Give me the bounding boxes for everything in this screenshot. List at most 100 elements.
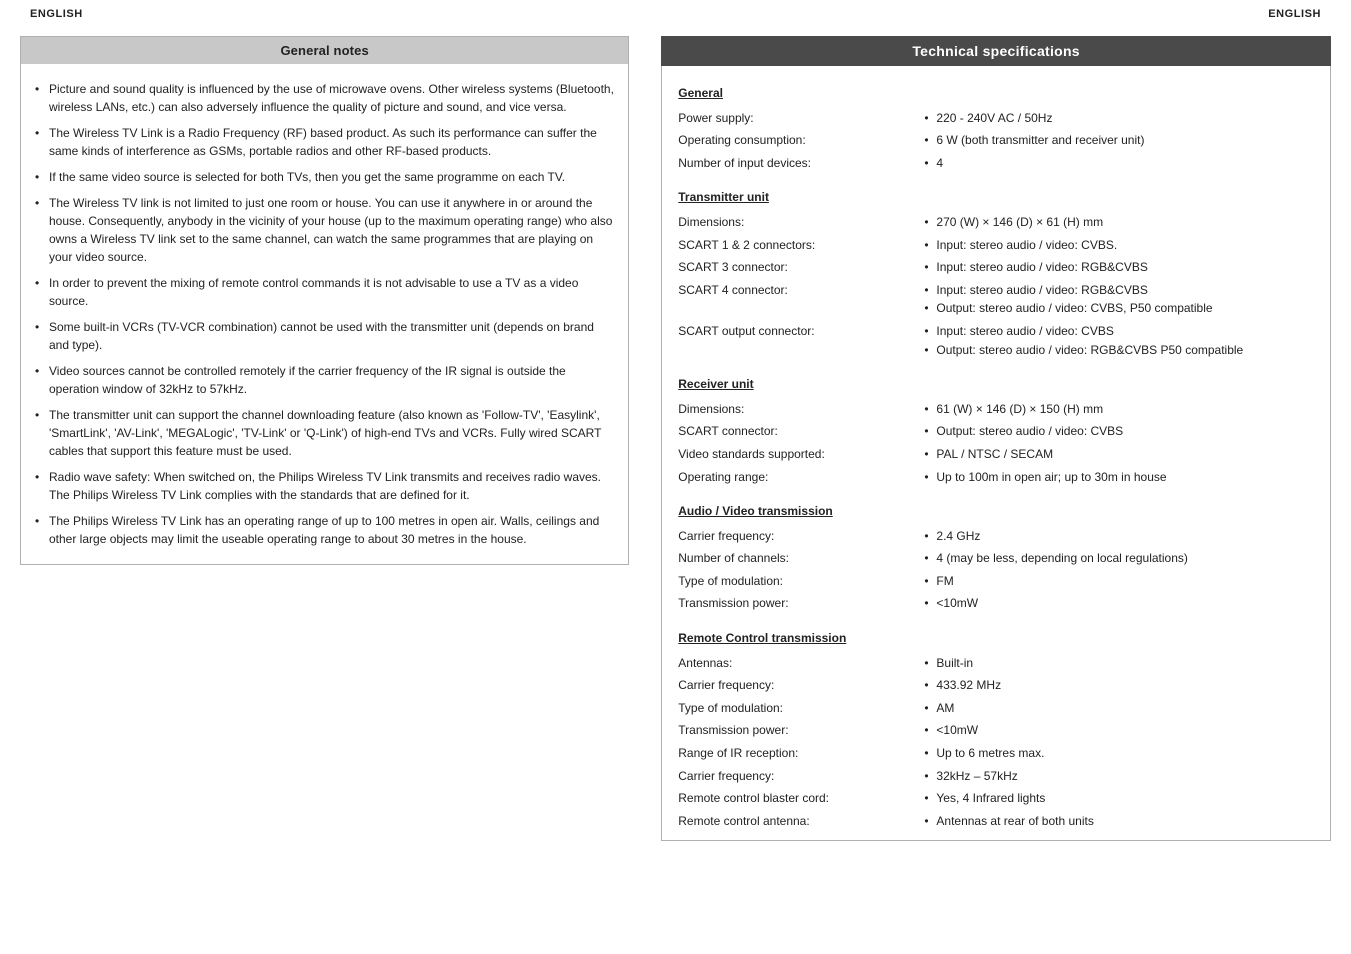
list-item: 32kHz – 57kHz xyxy=(924,767,1314,786)
list-item: 2.4 GHz xyxy=(924,527,1314,546)
row-key: Type of modulation: xyxy=(672,570,918,593)
row-value: 270 (W) × 146 (D) × 61 (H) mm xyxy=(918,211,1320,234)
row-key: SCART 4 connector: xyxy=(672,279,918,320)
table-row: SCART 3 connector:Input: stereo audio / … xyxy=(672,256,1320,279)
table-row: Type of modulation: FM xyxy=(672,570,1320,593)
table-row: Power supply: 220 - 240V AC / 50Hz xyxy=(672,107,1320,130)
list-item: Output: stereo audio / video: RGB&CVBS P… xyxy=(924,341,1314,360)
list-item: FM xyxy=(924,572,1314,591)
list-item: The transmitter unit can support the cha… xyxy=(35,402,614,464)
right-column: Technical specifications GeneralPower su… xyxy=(649,36,1331,841)
table-row: SCART 1 & 2 connectors:Input: stereo aud… xyxy=(672,234,1320,257)
row-key: Dimensions: xyxy=(672,398,918,421)
table-row: Carrier frequency:32kHz – 57kHz xyxy=(672,765,1320,788)
row-key: Type of modulation: xyxy=(672,697,918,720)
row-key: Antennas: xyxy=(672,652,918,675)
list-item: The Philips Wireless TV Link has an oper… xyxy=(35,508,614,552)
row-value: 6 W (both transmitter and receiver unit) xyxy=(918,129,1320,152)
subsection-label: General xyxy=(678,76,1314,105)
list-item: <10mW xyxy=(924,721,1314,740)
row-value: AM xyxy=(918,697,1320,720)
table-row: Remote control antenna: Antennas at rear … xyxy=(672,810,1320,833)
table-row: Dimensions:270 (W) × 146 (D) × 61 (H) mm xyxy=(672,211,1320,234)
list-item: Antennas at rear of both units xyxy=(924,812,1314,831)
row-value: FM xyxy=(918,570,1320,593)
row-value: Up to 6 metres max. xyxy=(918,742,1320,765)
row-key: Number of channels: xyxy=(672,547,918,570)
row-value: PAL / NTSC / SECAM xyxy=(918,443,1320,466)
row-key: SCART connector: xyxy=(672,420,918,443)
row-key: Remote control antenna: xyxy=(672,810,918,833)
list-item: 6 W (both transmitter and receiver unit) xyxy=(924,131,1314,150)
list-item: 220 - 240V AC / 50Hz xyxy=(924,109,1314,128)
row-value: Input: stereo audio / video: CVBS. xyxy=(918,234,1320,257)
table-row: Operating consumption: 6 W (both transmit… xyxy=(672,129,1320,152)
tech-spec-body: GeneralPower supply: 220 - 240V AC / 50Hz… xyxy=(661,66,1331,841)
row-key: Number of input devices: xyxy=(672,152,918,175)
list-item: 4 xyxy=(924,154,1314,173)
list-item: Picture and sound quality is influenced … xyxy=(35,76,614,120)
row-value: <10mW xyxy=(918,719,1320,742)
list-item: Yes, 4 Infrared lights xyxy=(924,789,1314,808)
table-row: SCART connector: Output: stereo audio / v… xyxy=(672,420,1320,443)
row-value: Built-in xyxy=(918,652,1320,675)
list-item: Built-in xyxy=(924,654,1314,673)
tech-table: GeneralPower supply: 220 - 240V AC / 50Hz… xyxy=(672,74,1320,832)
row-key: Range of IR reception: xyxy=(672,742,918,765)
row-value: Antennas at rear of both units xyxy=(918,810,1320,833)
table-row: SCART output connector: Input: stereo aud… xyxy=(672,320,1320,361)
list-item: <10mW xyxy=(924,594,1314,613)
tech-spec-content: GeneralPower supply: 220 - 240V AC / 50Hz… xyxy=(662,66,1330,840)
row-value: 4 xyxy=(918,152,1320,175)
table-row: Transmission power: <10mW xyxy=(672,719,1320,742)
subsection-label: Remote Control transmission xyxy=(678,621,1314,650)
table-row: Video standards supported:PAL / NTSC / S… xyxy=(672,443,1320,466)
list-item: Up to 6 metres max. xyxy=(924,744,1314,763)
table-row: Number of channels:4 (may be less, depen… xyxy=(672,547,1320,570)
tech-spec-title: Technical specifications xyxy=(661,36,1331,66)
list-item: Input: stereo audio / video: RGB&CVBS xyxy=(924,258,1314,277)
subsection-label: Audio / Video transmission xyxy=(678,494,1314,523)
subsection-label: Receiver unit xyxy=(678,367,1314,396)
row-value: 4 (may be less, depending on local regul… xyxy=(918,547,1320,570)
row-key: SCART output connector: xyxy=(672,320,918,361)
table-row: Transmission power:<10mW xyxy=(672,592,1320,615)
table-row: Operating range:Up to 100m in open air; … xyxy=(672,466,1320,489)
header-left-label: ENGLISH xyxy=(30,8,83,20)
subsection-label: Transmitter unit xyxy=(678,180,1314,209)
list-item: 433.92 MHz xyxy=(924,676,1314,695)
row-key: SCART 1 & 2 connectors: xyxy=(672,234,918,257)
list-item: Radio wave safety: When switched on, the… xyxy=(35,464,614,508)
list-item: AM xyxy=(924,699,1314,718)
list-item: If the same video source is selected for… xyxy=(35,164,614,190)
row-key: Operating consumption: xyxy=(672,129,918,152)
list-item: 270 (W) × 146 (D) × 61 (H) mm xyxy=(924,213,1314,232)
list-item: Input: stereo audio / video: CVBS xyxy=(924,322,1314,341)
row-value: Up to 100m in open air; up to 30m in hou… xyxy=(918,466,1320,489)
table-row: Antennas: Built-in xyxy=(672,652,1320,675)
row-key: Video standards supported: xyxy=(672,443,918,466)
general-notes-title: General notes xyxy=(21,37,628,64)
row-key: Operating range: xyxy=(672,466,918,489)
row-value: 220 - 240V AC / 50Hz xyxy=(918,107,1320,130)
table-row: Remote control blaster cord: Yes, 4 Infra… xyxy=(672,787,1320,810)
general-notes-box: General notes Picture and sound quality … xyxy=(20,36,629,565)
row-value: Input: stereo audio / video: RGB&CVBSOut… xyxy=(918,279,1320,320)
list-item: Output: stereo audio / video: CVBS xyxy=(924,422,1314,441)
table-row: Range of IR reception: Up to 6 metres max… xyxy=(672,742,1320,765)
row-key: Carrier frequency: xyxy=(672,674,918,697)
list-item: 61 (W) × 146 (D) × 150 (H) mm xyxy=(924,400,1314,419)
row-value: Yes, 4 Infrared lights xyxy=(918,787,1320,810)
list-item: Output: stereo audio / video: CVBS, P50 … xyxy=(924,299,1314,318)
list-item: In order to prevent the mixing of remote… xyxy=(35,270,614,314)
row-key: Transmission power: xyxy=(672,719,918,742)
list-item: Some built-in VCRs (TV-VCR combination) … xyxy=(35,314,614,358)
row-key: Remote control blaster cord: xyxy=(672,787,918,810)
content-area: General notes Picture and sound quality … xyxy=(0,26,1351,861)
row-value: 61 (W) × 146 (D) × 150 (H) mm xyxy=(918,398,1320,421)
bullet-list: Picture and sound quality is influenced … xyxy=(35,76,614,552)
row-key: Power supply: xyxy=(672,107,918,130)
table-row: Number of input devices: 4 xyxy=(672,152,1320,175)
list-item: Input: stereo audio / video: RGB&CVBS xyxy=(924,281,1314,300)
general-notes-body: Picture and sound quality is influenced … xyxy=(21,64,628,564)
